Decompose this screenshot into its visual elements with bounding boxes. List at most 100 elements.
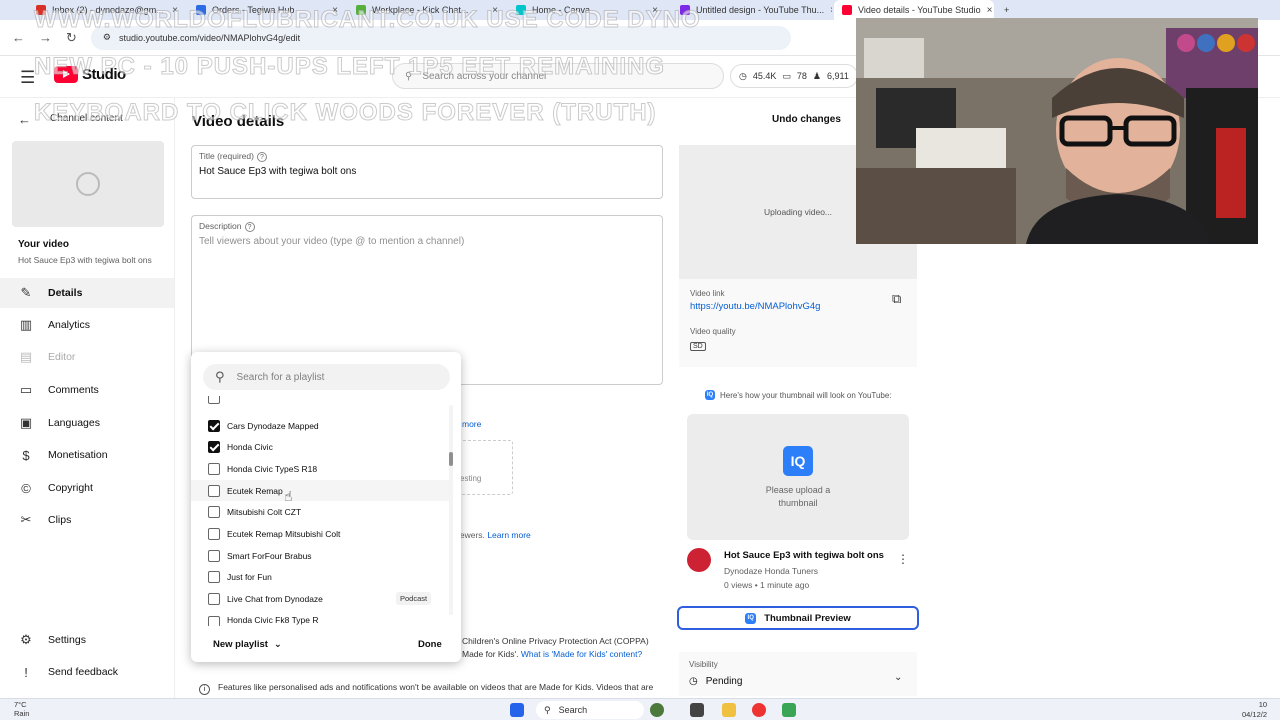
sidebar-item-feedback[interactable]: ! Send feedback — [0, 657, 174, 687]
thumbnail-preview-app-icon: IQ — [783, 446, 813, 476]
checkbox[interactable] — [208, 592, 220, 605]
browser-tab[interactable]: Untitled design - YouTube Thu...× — [672, 0, 832, 20]
undo-changes-button[interactable]: Undo changes — [764, 110, 849, 129]
playlist-item[interactable]: Honda Civic — [191, 436, 453, 457]
taskbar-search[interactable]: ⚲ Search — [536, 701, 644, 719]
menu-icon[interactable]: ☰ — [20, 68, 35, 88]
done-button[interactable]: Done — [410, 634, 450, 654]
sidebar-item-copyright[interactable]: © Copyright — [0, 473, 174, 503]
back-arrow-icon[interactable]: ← — [18, 112, 31, 127]
browser-tab[interactable]: Workplace - Kick Chat... × — [348, 0, 506, 20]
search-icon: ⚲ — [405, 70, 413, 82]
sidebar-item-details[interactable]: ✎ Details — [0, 278, 174, 308]
new-playlist-button[interactable]: New playlist ⌄ — [203, 634, 292, 654]
learn-more-link[interactable]: Learn more — [487, 530, 530, 540]
sidebar-item-clips[interactable]: ✂ Clips — [0, 505, 174, 535]
title-value[interactable]: Hot Sauce Ep3 with tegiwa bolt ons — [199, 166, 356, 177]
sidebar-item-monetisation[interactable]: $ Monetisation — [0, 440, 174, 470]
app-icon[interactable] — [782, 703, 796, 717]
weather-widget[interactable]: 7°C Rain — [14, 700, 29, 718]
checkbox-checked[interactable] — [208, 419, 220, 432]
sidebar-item-editor[interactable]: ▤ Editor — [0, 342, 174, 372]
new-tab-button[interactable]: + — [996, 0, 1016, 20]
playlist-item[interactable]: Mitsubishi Colt CZT — [191, 501, 453, 522]
widget-icon[interactable] — [650, 703, 664, 717]
system-clock[interactable]: 10 04/12/2 — [1242, 700, 1267, 720]
help-icon[interactable]: ? — [244, 222, 255, 232]
more-vert-icon[interactable]: ⋮ — [897, 552, 909, 566]
your-video-title: Hot Sauce Ep3 with tegiwa bolt ons — [18, 255, 152, 265]
help-icon[interactable]: ? — [256, 152, 267, 162]
chrome-icon[interactable] — [752, 703, 766, 717]
checkbox[interactable] — [208, 396, 220, 404]
sidebar-item-comments[interactable]: ▭ Comments — [0, 375, 174, 405]
checkbox[interactable] — [208, 505, 220, 518]
sidebar-item-languages[interactable]: ▣ Languages — [0, 408, 174, 438]
checkbox[interactable] — [208, 527, 220, 540]
studio-logo[interactable]: Studio — [54, 66, 126, 83]
upload-thumbnail-prompt: Please upload a thumbnail — [765, 485, 831, 508]
card-video-title: Hot Sauce Ep3 with tegiwa bolt ons — [724, 550, 884, 561]
back-arrow-icon[interactable]: ← — [12, 30, 25, 45]
checkbox[interactable] — [208, 549, 220, 562]
url-field[interactable]: ⚙ studio.youtube.com/video/NMAPlohvG4g/e… — [90, 25, 791, 50]
browser-tab[interactable]: Home - Canva × — [508, 0, 666, 20]
sidebar-item-analytics[interactable]: ▥ Analytics — [0, 310, 174, 340]
sidebar-item-settings[interactable]: ⚙ Settings — [0, 625, 174, 655]
kick-icon — [356, 5, 366, 15]
playlist-item-partial[interactable] — [191, 396, 453, 406]
playlist-search-input[interactable]: ⚲ Search for a playlist — [203, 364, 450, 390]
file-explorer-icon[interactable] — [722, 703, 736, 717]
more-link[interactable]: more — [462, 419, 481, 429]
browser-tab[interactable]: Inbox (2) - dynodaze@gm... × — [28, 0, 186, 20]
close-icon[interactable]: × — [172, 5, 178, 16]
task-view-icon[interactable] — [690, 703, 704, 717]
thumbnail-preview-app-icon: IQ — [745, 612, 757, 624]
description-placeholder[interactable]: Tell viewers about your video (type @ to… — [199, 236, 464, 247]
playlist-item[interactable]: Cars Dynodaze Mapped — [191, 415, 453, 436]
playlist-item[interactable]: Just for Fun — [191, 566, 453, 587]
channel-content-link[interactable]: Channel content — [50, 113, 123, 124]
reload-icon[interactable]: ↻ — [66, 30, 77, 46]
close-icon[interactable]: × — [652, 5, 658, 16]
site-info-icon[interactable]: ⚙ — [103, 32, 111, 43]
playlist-scrollbar[interactable] — [449, 405, 453, 615]
thumbnail-preview-button[interactable]: IQ Thumbnail Preview — [677, 606, 919, 630]
checkbox-checked[interactable] — [208, 440, 220, 453]
site-icon — [196, 5, 206, 15]
close-icon[interactable]: × — [332, 5, 338, 16]
forward-arrow-icon[interactable]: → — [39, 30, 52, 45]
playlist-item[interactable]: Honda Civic TypeS R18 — [191, 458, 453, 479]
thumbnail-preview-box[interactable] — [687, 414, 909, 540]
scissors-icon: ✂ — [20, 512, 32, 527]
channel-stats[interactable]: ◷ 45.4K ▭ 78 ♟ 6,911 — [730, 64, 858, 88]
playlist-item[interactable]: Honda Civic Fk8 Type R — [191, 614, 453, 626]
made-for-kids-link[interactable]: What is 'Made for Kids' content? — [521, 649, 642, 659]
playlist-item[interactable]: Live Chat from Dynodaze Podcast — [191, 588, 453, 609]
youtube-studio-icon — [842, 5, 852, 15]
browser-tab[interactable]: Orders - Tegiwa Hub × — [188, 0, 346, 20]
video-link[interactable]: https://youtu.be/NMAPlohvG4g — [690, 301, 820, 312]
visibility-panel[interactable] — [679, 652, 917, 696]
close-icon[interactable]: × — [987, 5, 993, 16]
film-icon: ▤ — [19, 349, 33, 364]
browser-tab-active[interactable]: Video details - YouTube Studio × — [834, 0, 994, 20]
thumbnail-test-label: esting — [460, 474, 482, 483]
windows-start-icon[interactable] — [510, 703, 524, 717]
playlist-item[interactable]: Ecutek Remap Mitsubishi Colt — [191, 523, 453, 544]
copy-icon[interactable]: ⧉ — [892, 291, 901, 307]
channel-search-input[interactable]: ⚲ Search across your channel — [392, 63, 724, 89]
features-note: Features like personalised ads and notif… — [218, 682, 654, 692]
playlist-item[interactable]: Ecutek Remap — [191, 480, 453, 501]
checkbox[interactable] — [208, 616, 220, 626]
close-icon[interactable]: × — [492, 5, 498, 16]
checkbox[interactable] — [208, 570, 220, 583]
your-video-label: Your video — [18, 239, 69, 250]
close-icon[interactable]: × — [830, 5, 832, 16]
chevron-down-icon[interactable]: ⌄ — [894, 672, 902, 683]
checkbox[interactable] — [208, 462, 220, 475]
playlist-item[interactable]: Smart ForFour Brabus — [191, 545, 453, 566]
playlist-scrollbar-thumb[interactable] — [449, 452, 453, 466]
checkbox[interactable] — [208, 484, 220, 497]
card-channel-name: Dynodaze Honda Tuners — [724, 566, 819, 576]
